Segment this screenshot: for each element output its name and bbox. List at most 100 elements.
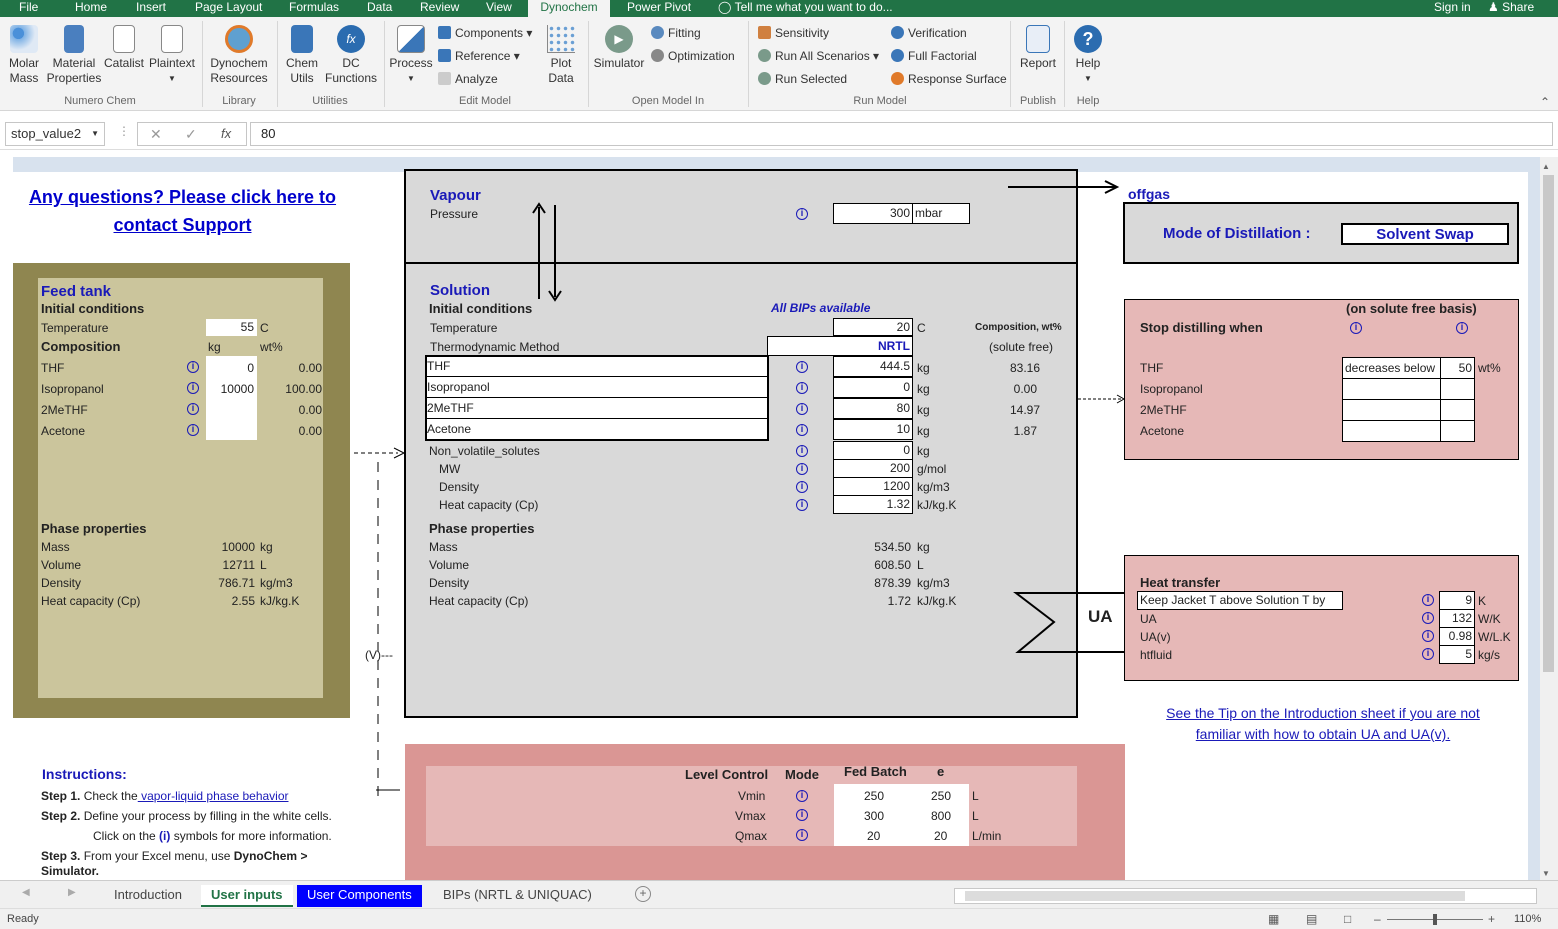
scroll-up-icon[interactable]: ▲ [1542, 162, 1550, 171]
share-button[interactable]: ♟ Share [1488, 0, 1534, 17]
insert-function-icon[interactable]: fx [221, 123, 231, 145]
verification-button[interactable]: Verification [891, 26, 967, 40]
info-icon[interactable]: i [1422, 594, 1434, 606]
solution-2methf-kg-input[interactable]: 80 [833, 398, 913, 419]
mode-select[interactable]: Solvent Swap [1341, 223, 1509, 245]
info-icon[interactable]: i [796, 424, 808, 436]
jacket-delta-input[interactable]: 9 [1439, 591, 1475, 610]
sheet-tab-user-inputs[interactable]: User inputs [201, 885, 293, 907]
sheet-tab-bips[interactable]: BIPs (NRTL & UNIQUAC) [433, 885, 602, 907]
pressure-input[interactable]: 300 [833, 203, 913, 224]
sensitivity-button[interactable]: Sensitivity [758, 26, 829, 40]
tab-dynochem[interactable]: Dynochem [528, 0, 610, 18]
zoom-in-icon[interactable]: + [1488, 912, 1495, 926]
tab-page-layout[interactable]: Page Layout [195, 0, 262, 17]
tab-data[interactable]: Data [367, 0, 392, 17]
response-surface-button[interactable]: Response Surface [891, 72, 1007, 86]
feed-row-thf-kg[interactable]: 0 [206, 361, 254, 375]
zoom-slider-thumb[interactable] [1433, 914, 1437, 925]
stop-condition-select[interactable] [1342, 399, 1441, 421]
info-icon[interactable]: i [796, 499, 808, 511]
collapse-ribbon-icon[interactable]: ⌃ [1540, 95, 1550, 109]
components-button[interactable]: Components ▾ [438, 26, 532, 40]
tab-scroll-right-icon[interactable]: ▶ [68, 887, 76, 898]
info-icon[interactable]: i [796, 361, 808, 373]
process-button[interactable]: Process ▼ [388, 25, 434, 86]
tell-me-box[interactable]: ◯ Tell me what you want to do... [718, 0, 893, 17]
support-link[interactable]: Any questions? Please click here to cont… [20, 183, 345, 239]
vmax-e-input[interactable]: 800 [931, 809, 951, 823]
solution-acetone-kg-input[interactable]: 10 [833, 419, 913, 440]
thermo-method-select[interactable]: NRTL [767, 336, 913, 356]
uav-input[interactable]: 0.98 [1439, 627, 1475, 646]
stop-condition-select[interactable]: decreases below [1342, 357, 1441, 379]
simulator-button[interactable]: ▶ Simulator [592, 25, 646, 71]
tab-insert[interactable]: Insert [136, 0, 166, 17]
plot-data-button[interactable]: Plot Data [540, 25, 582, 86]
info-icon[interactable]: i [187, 382, 199, 394]
info-icon[interactable]: i [1422, 630, 1434, 642]
vmin-e-input[interactable]: 250 [931, 789, 951, 803]
hscroll-thumb[interactable] [965, 891, 1465, 901]
tab-scroll-left-icon[interactable]: ◀ [22, 887, 30, 898]
molar-mass-button[interactable]: Molar Mass [4, 25, 44, 86]
plaintext-button[interactable]: Plaintext ▼ [148, 25, 196, 86]
catalist-button[interactable]: Catalist [102, 25, 146, 71]
add-sheet-icon[interactable]: + [635, 886, 651, 902]
info-icon[interactable]: i [1456, 322, 1468, 334]
tab-review[interactable]: Review [420, 0, 459, 17]
info-icon[interactable]: i [796, 481, 808, 493]
horizontal-scrollbar[interactable] [954, 888, 1537, 904]
solution-thf-kg-input[interactable]: 444.5 [833, 356, 913, 377]
tab-home[interactable]: Home [75, 0, 107, 17]
sheet-tab-user-components[interactable]: User Components [297, 885, 422, 907]
stop-value-input[interactable] [1440, 399, 1475, 421]
fitting-button[interactable]: Fitting [651, 26, 701, 40]
stop-value-input[interactable]: 50 [1440, 357, 1475, 379]
htfluid-input[interactable]: 5 [1439, 645, 1475, 664]
info-icon[interactable]: i [796, 463, 808, 475]
stop-value-input[interactable] [1440, 378, 1475, 400]
info-icon[interactable]: i [796, 809, 808, 821]
help-button[interactable]: ? Help ▼ [1068, 25, 1108, 86]
run-selected-button[interactable]: Run Selected [758, 72, 847, 86]
enter-icon[interactable]: ✓ [185, 123, 197, 145]
info-icon[interactable]: i [796, 790, 808, 802]
name-box[interactable]: stop_value2 ▼ [5, 122, 105, 146]
info-icon[interactable]: i [796, 208, 808, 220]
info-icon[interactable]: i [187, 361, 199, 373]
vmin-fed-input[interactable]: 250 [864, 789, 884, 803]
zoom-level[interactable]: 110% [1514, 913, 1541, 925]
info-icon[interactable]: i [1350, 322, 1362, 334]
solution-isopropanol-kg-input[interactable]: 0 [833, 377, 913, 398]
info-icon[interactable]: i [796, 829, 808, 841]
info-icon[interactable]: i [1422, 648, 1434, 660]
scroll-thumb[interactable] [1543, 175, 1554, 672]
full-factorial-button[interactable]: Full Factorial [891, 49, 977, 63]
nvs-kg-input[interactable]: 0 [833, 441, 913, 460]
dynochem-resources-button[interactable]: Dynochem Resources [206, 25, 272, 86]
tab-power-pivot[interactable]: Power Pivot [627, 0, 691, 17]
vertical-scrollbar[interactable]: ▲ ▼ [1540, 157, 1558, 880]
nvs-density-input[interactable]: 1200 [833, 477, 913, 496]
zoom-out-icon[interactable]: – [1374, 912, 1381, 926]
stop-condition-select[interactable] [1342, 378, 1441, 400]
feed-row-isopropanol-kg[interactable]: 10000 [206, 382, 254, 396]
nvs-cp-input[interactable]: 1.32 [833, 495, 913, 514]
reference-button[interactable]: Reference ▾ [438, 49, 520, 63]
stop-condition-select[interactable] [1342, 420, 1441, 442]
stop-value-input[interactable] [1440, 420, 1475, 442]
info-icon[interactable]: i [796, 403, 808, 415]
ua-input[interactable]: 132 [1439, 609, 1475, 628]
tab-file[interactable]: File [19, 0, 38, 17]
optimization-button[interactable]: Optimization [651, 49, 735, 63]
material-properties-button[interactable]: Material Properties [46, 25, 102, 86]
formula-input[interactable]: 80 [250, 122, 1553, 146]
sign-in-link[interactable]: Sign in [1434, 0, 1471, 17]
normal-view-icon[interactable]: ▦ [1268, 912, 1279, 926]
tab-formulas[interactable]: Formulas [289, 0, 339, 17]
cancel-icon[interactable]: ✕ [150, 123, 162, 145]
feed-temperature-input[interactable]: 55 [206, 319, 257, 336]
page-break-view-icon[interactable]: □ [1344, 912, 1351, 926]
info-icon[interactable]: i [187, 424, 199, 436]
